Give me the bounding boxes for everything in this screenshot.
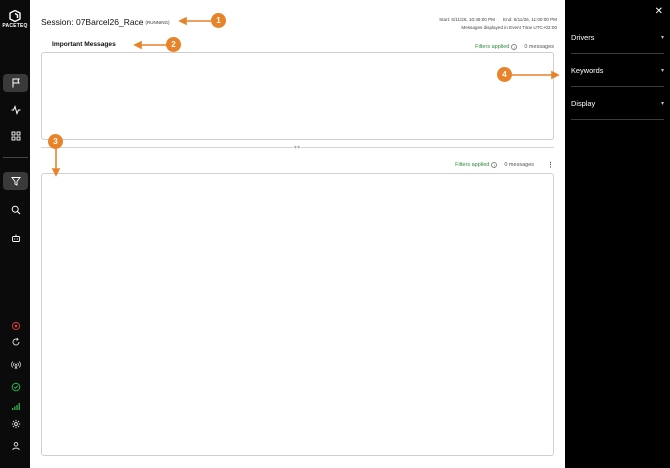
nav-robot[interactable]: [3, 229, 28, 247]
nav-status-ok[interactable]: [3, 378, 28, 396]
important-filter-row: Filters applied i 0 messages: [475, 44, 554, 50]
drawer-section-label: Display: [571, 98, 596, 108]
brand-name: PACETEQ: [2, 23, 28, 29]
user-icon: [11, 442, 20, 451]
nav-activity[interactable]: [3, 101, 28, 119]
left-sidebar: PACETEQ: [0, 0, 30, 468]
brand-logo: PACETEQ: [0, 10, 30, 29]
activity-icon: [11, 105, 20, 115]
important-messages-panel: [41, 52, 554, 140]
grid-icon: [11, 131, 20, 141]
nav-broadcast[interactable]: [3, 356, 28, 374]
check-circle-icon: [11, 382, 20, 392]
drawer-section-label: Keywords: [571, 65, 604, 75]
nav-search[interactable]: [3, 201, 28, 219]
sidebar-divider: [3, 157, 28, 158]
session-status-badge: (RUNNING): [145, 20, 170, 25]
drag-handle-icon: [294, 145, 300, 149]
filter-drawer: ✕ Drivers ▾ Keywords ▾ Display ▾: [565, 0, 670, 468]
arrowhead-2: [133, 40, 142, 50]
search-icon: [11, 205, 20, 215]
session-end: End: 6/11/26, 11:00:00 PM: [503, 17, 557, 22]
messages-filters-applied[interactable]: Filters applied i: [455, 162, 498, 168]
flag-icon: [12, 78, 20, 88]
nav-filter[interactable]: [3, 172, 28, 190]
session-title: Session: 07Barcel26_Race (RUNNING): [41, 17, 170, 27]
drawer-section-label: Drivers: [571, 32, 595, 42]
robot-icon: [11, 234, 20, 242]
chevron-down-icon: ▾: [660, 100, 664, 107]
session-start: Start: 6/11/26, 10:45:00 PM: [439, 17, 496, 22]
nav-grid[interactable]: [3, 127, 28, 145]
nav-signal[interactable]: [3, 397, 28, 415]
important-messages-title: Important Messages: [52, 41, 116, 48]
filter-icon: [10, 177, 21, 186]
logo-mark-icon: [9, 10, 21, 22]
session-times: Start: 6/11/26, 10:45:00 PM End: 6/11/26,…: [439, 16, 557, 32]
drawer-section-drivers[interactable]: Drivers ▾: [571, 21, 664, 54]
splitter-handle[interactable]: [293, 144, 301, 150]
chevron-down-icon: ▾: [660, 34, 664, 41]
info-icon[interactable]: i: [511, 44, 518, 50]
record-icon: [11, 321, 20, 331]
messages-filter-row: Filters applied i 0 messages ⋮: [455, 161, 554, 169]
nav-settings[interactable]: [3, 415, 28, 433]
info-icon[interactable]: i: [491, 162, 498, 168]
refresh-icon: [12, 337, 19, 346]
messages-filters-label: Filters applied: [455, 162, 490, 168]
more-options-icon[interactable]: ⋮: [547, 161, 554, 169]
broadcast-icon: [10, 361, 21, 370]
nav-user[interactable]: [3, 437, 28, 455]
callout-2: 2: [166, 37, 181, 52]
timezone-note: Messages displayed in Event Time UTC+02:…: [461, 25, 557, 30]
drawer-section-keywords[interactable]: Keywords ▾: [571, 54, 664, 87]
messages-panel: [41, 173, 554, 456]
session-name: Session: 07Barcel26_Race: [41, 17, 144, 27]
gear-icon: [11, 419, 20, 429]
drawer-section-display[interactable]: Display ▾: [571, 87, 664, 120]
arrowhead-1: [178, 16, 187, 26]
important-filters-label: Filters applied: [475, 44, 510, 50]
callout-3: 3: [48, 134, 63, 149]
nav-refresh[interactable]: [3, 333, 28, 351]
chevron-down-icon: ▾: [660, 67, 664, 74]
nav-flag[interactable]: [3, 74, 28, 92]
callout-4: 4: [497, 67, 512, 82]
callout-1: 1: [211, 13, 226, 28]
important-message-count: 0 messages: [524, 44, 554, 50]
close-icon[interactable]: ✕: [655, 7, 663, 17]
messages-message-count: 0 messages: [504, 162, 534, 168]
important-filters-applied[interactable]: Filters applied i: [475, 44, 518, 50]
signal-bars-icon: [11, 403, 20, 410]
